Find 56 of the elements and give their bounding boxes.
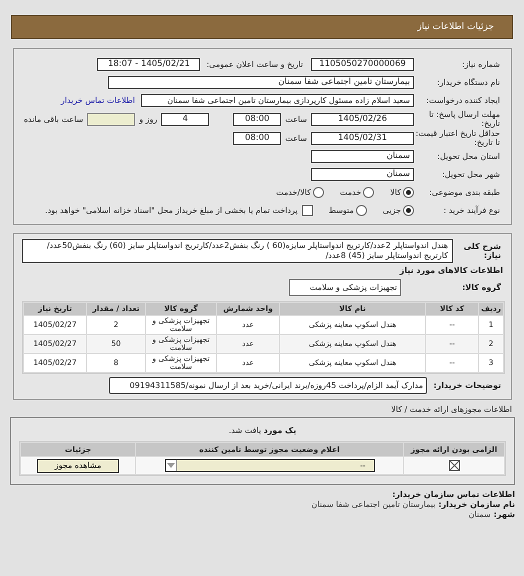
field-label: تاریخ و ساعت اعلان عمومی: (206, 60, 303, 69)
dropdown-arrow-icon (166, 460, 176, 471)
remaining-field (87, 112, 136, 126)
value-field: بیمارستان تامین اجتماعی شفا سمنان (108, 76, 414, 89)
option-label: متوسط (328, 206, 354, 215)
time-label: ساعت (285, 134, 307, 142)
radio-button[interactable] (356, 205, 367, 216)
option-label: خدمت (340, 188, 362, 197)
value-field: تجهیزات پزشکی و سلامت (289, 279, 401, 296)
value-field: 08:00 (233, 112, 282, 126)
value-field: سمنان (311, 168, 414, 181)
result-text: یک مورد یافت شد. (228, 426, 298, 435)
radio-button[interactable] (403, 205, 414, 216)
field-label: نام سازمان خریدار: (438, 500, 515, 510)
field-label: نام دستگاه خریدار: (436, 78, 501, 87)
field-value: بیمارستان تامین اجتماعی شفا سمنان (311, 500, 436, 510)
checkbox[interactable] (302, 205, 313, 216)
field-label: حداقل تاریخ اعتبار قیمت: تا تاریخ: (414, 129, 501, 147)
page-title: جزئیات اطلاعات نیاز (417, 22, 494, 32)
radio-button[interactable] (363, 187, 374, 198)
field-label: ایجاد کننده درخواست: (425, 96, 501, 105)
value-field: هندل اندواستاپلر 2عدد/کارتریج اندواستاپلر سایزه(60 ) رنگ بنفش2عدد/کارتریج اندواستاپلر سایز (60) رنگ بنفش50عدد/کارتریج اندواستاپلر سایز (45) 8عدد/ (22, 239, 453, 263)
radio-button[interactable] (403, 187, 414, 198)
field-label: توضیحات خریدار: (432, 381, 502, 390)
field-label: طبقه بندی موضوعی: (428, 188, 501, 197)
field-label: شهر: (494, 510, 515, 520)
checkbox-label: پرداخت تمام یا بخشی از مبلغ خریداز محل "اسناد خزانه اسلامی" خواهد بود. (45, 206, 298, 215)
field-label: نوع فرآیند خرید : (442, 206, 501, 215)
radio-button[interactable] (312, 187, 324, 198)
option-label: کالا/خدمت (276, 188, 311, 197)
remaining-label: ساعت باقی مانده (24, 114, 84, 124)
section-heading: اطلاعات مجوزهای ارائه خدمت / کالا (390, 405, 512, 414)
days-label: روز و (139, 114, 158, 124)
field-label: استان محل تحویل: (436, 152, 501, 161)
field-value: سمنان (468, 510, 491, 520)
field-label: مهلت ارسال پاسخ: تا تاریخ: (428, 110, 501, 128)
time-label: ساعت (285, 114, 307, 124)
contact-heading: اطلاعات تماس سازمان خریدار: (391, 490, 515, 500)
contact-link[interactable]: اطلاعات تماس خریدار (60, 96, 135, 105)
field-label: شرح کلی نیاز: (462, 242, 502, 260)
field-label: گروه کالا: (461, 283, 502, 292)
field-label: شهر محل تحویل: (441, 170, 501, 179)
section-heading: اطلاعات کالاهای مورد نیاز (398, 266, 503, 275)
value-field: 1105050270000069 (311, 58, 414, 71)
value-field: 4 (161, 112, 210, 126)
value-field: سمنان (311, 150, 414, 163)
value-field: 1405/02/26 (311, 112, 414, 126)
view-permit-button[interactable]: مشاهده مجوز (37, 458, 119, 472)
value-field: مدارک آیمد الزام/پرداخت 45روزه/برند ایرانی/خرید بعد از ارسال نمونه/09194311585 (109, 377, 427, 394)
value-field: 1405/02/21 - 18:07 (97, 58, 200, 71)
option-label: جزیی (382, 206, 401, 215)
value-field: 08:00 (233, 132, 282, 144)
option-label: کالا (390, 188, 401, 197)
value-field: سعید اسلام زاده مسئول کارپردازی بیمارستان تامین اجتماعی شفا سمنان (141, 94, 414, 107)
value-field: 1405/02/31 (311, 132, 414, 144)
field-label: شماره نیاز: (461, 60, 501, 69)
